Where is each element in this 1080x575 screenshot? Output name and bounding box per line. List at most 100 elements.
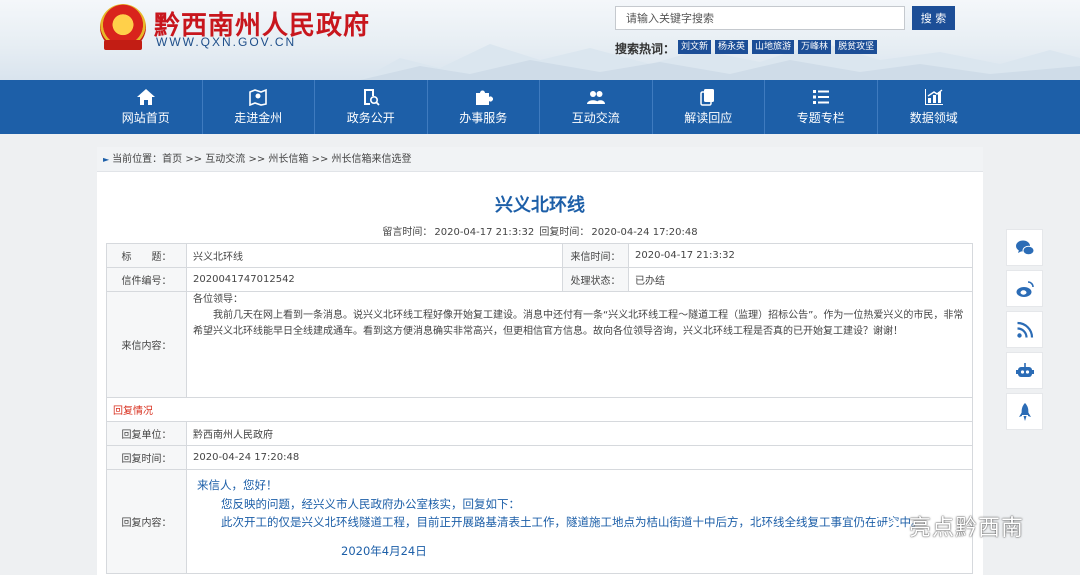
breadcrumb-separator: >>	[308, 154, 332, 165]
content-panel: ► 当前位置：首页 >> 互动交流 >> 州长信箱 >> 州长信箱来信选登 兴义北…	[97, 147, 983, 575]
nav-item-interaction[interactable]: 互动交流	[540, 80, 653, 134]
nav-item-topics[interactable]: 专题专栏	[765, 80, 878, 134]
letter-body: 我前几天在网上看到一条消息。说兴义北环线工程好像开始复工建设。消息中还付有一条“…	[193, 310, 964, 337]
home-icon	[136, 89, 155, 105]
reply-content: 来信人，您好！ 您反映的问题，经兴义市人民政府办公室核实，回复如下： 此次开工的…	[186, 469, 973, 574]
content-label: 来信内容：	[106, 291, 187, 398]
reply-content-label: 回复内容：	[106, 469, 187, 574]
meta-leave-time: 2020-04-17 21:3:32	[434, 227, 535, 238]
nav-item-label: 走进金州	[234, 111, 283, 125]
watermark: 亮点黔西南	[875, 510, 1024, 542]
hot-words-list: 刘文新 杨永英 山地旅游 万峰林 脱贫攻坚	[678, 40, 878, 54]
rocket-icon	[1018, 402, 1031, 421]
received-label: 来信时间：	[562, 243, 629, 268]
letter-greeting: 各位领导：	[193, 294, 243, 305]
letter-content: 各位领导： 我前几天在网上看到一条消息。说兴义北环线工程好像开始复工建设。消息中…	[186, 291, 973, 398]
table-row: 标 题： 兴义北环线 来信时间： 2020-04-17 21:3:32	[106, 243, 973, 268]
nav-item-label: 政务公开	[346, 111, 395, 125]
breadcrumb-link-home[interactable]: 首页	[162, 154, 182, 165]
nav-item-gov-affairs[interactable]: 政务公开	[315, 80, 428, 134]
back-to-top-button[interactable]	[1006, 393, 1043, 430]
nav-item-label: 网站首页	[121, 111, 170, 125]
weibo-share-button[interactable]	[1006, 270, 1043, 307]
search-button[interactable]: 搜 索	[912, 6, 955, 30]
table-row: 回复单位： 黔西南州人民政府	[106, 421, 973, 446]
letter-detail-table: 标 题： 兴义北环线 来信时间： 2020-04-17 21:3:32 信件编号…	[106, 243, 973, 574]
page-title: 兴义北环线	[495, 195, 585, 216]
breadcrumb-separator: >>	[182, 154, 206, 165]
breadcrumb-separator: >>	[245, 154, 269, 165]
search-input[interactable]	[615, 6, 905, 30]
rss-button[interactable]	[1006, 311, 1043, 348]
subject-value: 兴义北环线	[186, 243, 563, 268]
copy-icon	[700, 89, 715, 106]
table-row: 回复情况	[106, 397, 973, 422]
reply-date: 2020年4月24日	[341, 543, 427, 558]
hot-word-tag[interactable]: 万峰林	[798, 40, 832, 54]
status-label: 处理状态：	[562, 267, 629, 292]
nav-item-services[interactable]: 办事服务	[428, 80, 540, 134]
puzzle-icon	[476, 90, 494, 105]
people-icon	[586, 91, 605, 104]
breadcrumb-link-interaction[interactable]: 互动交流	[205, 154, 245, 165]
nav-item-about[interactable]: 走进金州	[203, 80, 315, 134]
nav-item-label: 办事服务	[459, 111, 508, 125]
site-url: WWW.QXN.GOV.CN	[156, 35, 297, 49]
number-label: 信件编号：	[106, 267, 187, 292]
reply-unit-label: 回复单位：	[106, 421, 187, 446]
received-value: 2020-04-17 21:3:32	[628, 243, 973, 268]
meta-leave-label: 留言时间：	[382, 227, 433, 238]
rss-icon	[1016, 321, 1033, 338]
breadcrumb-link-selected-letters[interactable]: 州长信箱来信选登	[332, 154, 412, 165]
reply-paragraph: 您反映的问题，经兴义市人民政府办公室核实，回复如下：	[221, 496, 520, 511]
nav-item-label: 互动交流	[571, 111, 620, 125]
reply-unit-value: 黔西南州人民政府	[186, 421, 973, 446]
breadcrumb-prefix: 当前位置：	[112, 154, 163, 165]
reply-greeting: 来信人，您好！	[197, 478, 278, 492]
wechat-icon	[1015, 240, 1034, 255]
list-icon	[812, 90, 829, 104]
map-pin-icon	[249, 88, 268, 106]
breadcrumb: ► 当前位置：首页 >> 互动交流 >> 州长信箱 >> 州长信箱来信选登	[97, 147, 983, 172]
hot-words-label: 搜索热词：	[615, 42, 676, 56]
meta-reply-label: 回复时间：	[539, 227, 590, 238]
reply-paragraph: 此次开工的仅是兴义北环线隧道工程，目前正开展路基清表土工作，隧道施工地点为桔山街…	[221, 515, 923, 529]
side-share-bar	[1006, 229, 1043, 434]
hot-word-tag[interactable]: 山地旅游	[752, 40, 795, 54]
site-header: 黔西南州人民政府 WWW.QXN.GOV.CN 搜 索 搜索热词： 刘文新 杨永…	[0, 0, 1080, 80]
reply-section-header: 回复情况	[106, 397, 973, 422]
chart-icon	[924, 89, 943, 105]
mountain-background	[360, 42, 1080, 80]
meta-reply-time: 2020-04-24 17:20:48	[591, 227, 698, 238]
status-value: 已办结	[628, 267, 973, 292]
robot-icon	[1015, 362, 1034, 377]
document-search-icon	[363, 89, 380, 106]
table-row: 回复内容： 来信人，您好！ 您反映的问题，经兴义市人民政府办公室核实，回复如下：…	[106, 469, 973, 574]
subject-label: 标 题：	[106, 243, 187, 268]
robot-assistant-button[interactable]	[1006, 352, 1043, 389]
main-nav: 网站首页 走进金州 政务公开 办事服务 互动交流 解读回应 专题专栏 数据领域	[0, 80, 1080, 134]
breadcrumb-arrow-icon: ►	[103, 155, 110, 164]
emblem-base	[104, 40, 142, 50]
nav-item-label: 解读回应	[684, 111, 733, 125]
reply-time-value: 2020-04-24 17:20:48	[186, 445, 973, 470]
article-meta: 留言时间： 2020-04-17 21:3:32 回复时间： 2020-04-24 …	[97, 223, 983, 238]
nav-item-label: 专题专栏	[796, 111, 845, 125]
nav-item-home[interactable]: 网站首页	[90, 80, 203, 134]
hot-word-tag[interactable]: 杨永英	[715, 40, 749, 54]
wechat-watermark-icon	[875, 515, 902, 536]
number-value: 2020041747012542	[186, 267, 563, 292]
watermark-text: 亮点黔西南	[909, 516, 1025, 541]
table-row: 回复时间： 2020-04-24 17:20:48	[106, 445, 973, 470]
hot-word-tag[interactable]: 脱贫攻坚	[835, 40, 878, 54]
wechat-share-button[interactable]	[1006, 229, 1043, 266]
table-row: 信件编号： 2020041747012542 处理状态： 已办结	[106, 267, 973, 292]
weibo-icon	[1016, 280, 1034, 297]
nav-item-label: 数据领域	[909, 111, 958, 125]
nav-item-interpretation[interactable]: 解读回应	[653, 80, 765, 134]
breadcrumb-link-mailbox[interactable]: 州长信箱	[268, 154, 308, 165]
table-row: 来信内容： 各位领导： 我前几天在网上看到一条消息。说兴义北环线工程好像开始复工…	[106, 291, 973, 398]
reply-time-label: 回复时间：	[106, 445, 187, 470]
hot-word-tag[interactable]: 刘文新	[678, 40, 712, 54]
nav-item-data[interactable]: 数据领域	[878, 80, 991, 134]
